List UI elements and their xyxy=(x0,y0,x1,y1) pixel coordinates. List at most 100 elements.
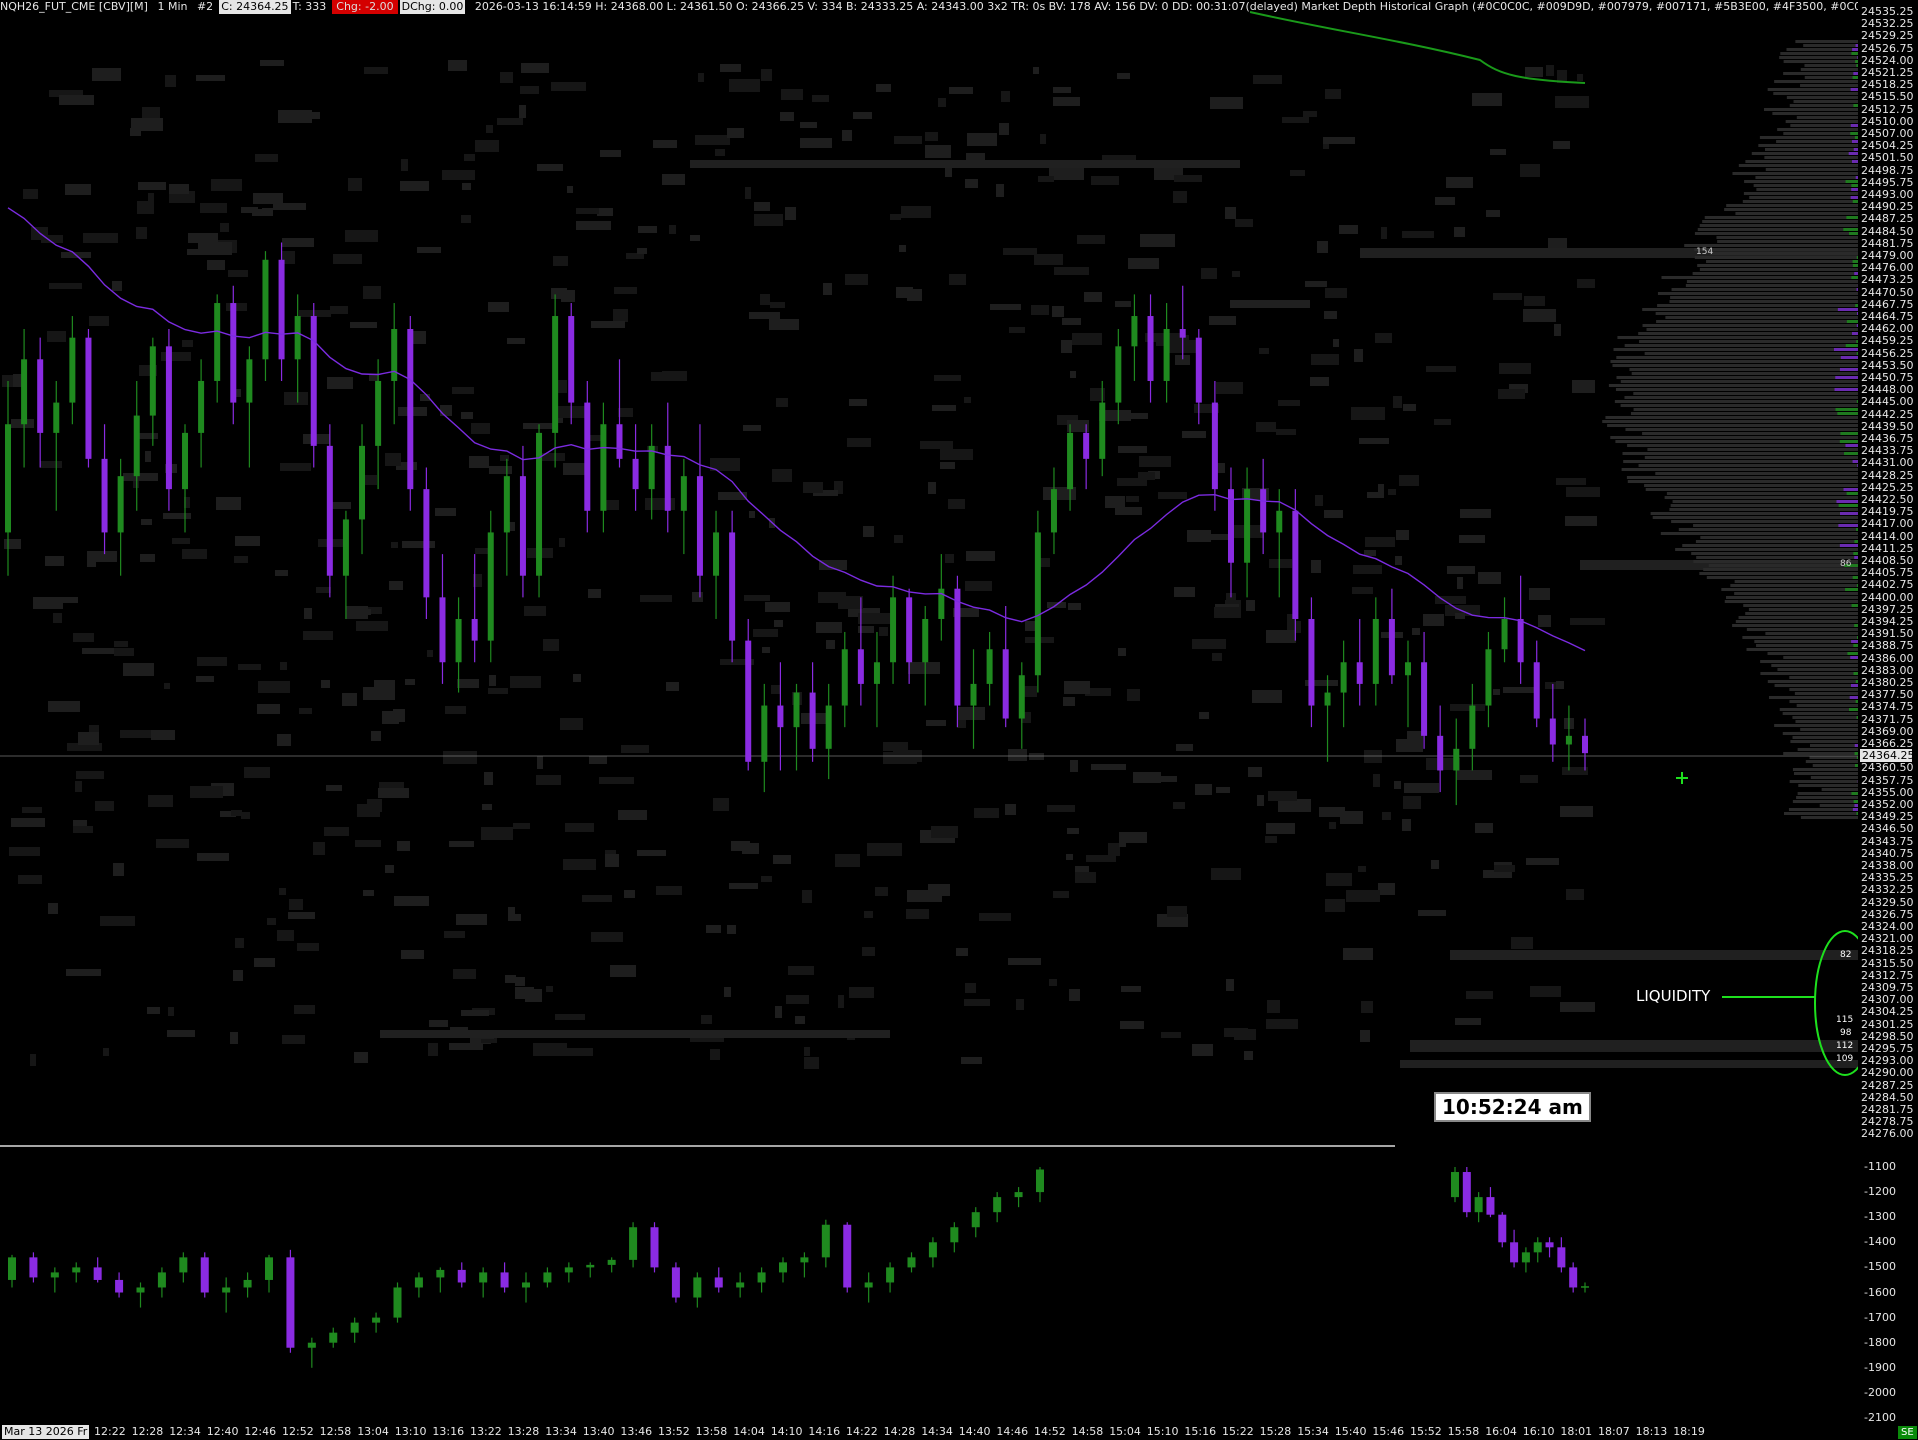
depth-cell xyxy=(760,294,770,305)
depth-cell xyxy=(624,890,635,898)
price-tick: 24383.00 xyxy=(1861,663,1914,677)
time-label: 12:28 xyxy=(131,1425,164,1438)
depth-cell xyxy=(1031,305,1049,315)
price-tick: 24369.00 xyxy=(1861,724,1914,738)
depth-cell xyxy=(847,438,871,447)
profile-bar xyxy=(1746,628,1858,631)
oscillator-axis[interactable]: -1100 -1200 -1300 -1400 -1500 -1600 -1700 -1800… xyxy=(1858,1146,1918,1424)
candle-body xyxy=(1276,510,1283,533)
profile-bar xyxy=(1809,756,1858,759)
osc-tick: -1600 xyxy=(1864,1285,1896,1299)
last-price-marker: 24364.25 xyxy=(1860,749,1915,762)
osc-body xyxy=(222,1287,231,1293)
time-label: 13:58 xyxy=(695,1425,728,1438)
candle-body xyxy=(1453,748,1460,771)
depth-cell xyxy=(1317,241,1328,253)
depth-cell xyxy=(613,309,628,322)
profile-bar xyxy=(1717,240,1858,243)
depth-cell xyxy=(1269,559,1292,568)
profile-bar xyxy=(1633,408,1858,411)
depth-cell xyxy=(1133,772,1161,783)
profile-number: 154 xyxy=(1696,247,1714,257)
profile-bar xyxy=(1792,768,1858,771)
depth-cell xyxy=(391,542,398,548)
osc-body xyxy=(993,1197,1002,1213)
depth-cell xyxy=(724,987,731,997)
liquidity-number: 112 xyxy=(1836,1041,1854,1051)
profile-bar xyxy=(1738,616,1858,619)
profile-bar xyxy=(1767,680,1858,683)
candle-body xyxy=(1356,662,1363,684)
profile-bar xyxy=(1631,372,1858,375)
chart-canvas[interactable] xyxy=(0,0,1918,1440)
se-indicator[interactable]: SE xyxy=(1898,1426,1917,1439)
profile-bar xyxy=(1779,56,1858,59)
price-tick: 24388.75 xyxy=(1861,639,1914,653)
profile-delta-bar xyxy=(1838,524,1858,527)
profile-bar xyxy=(1774,80,1858,83)
depth-cell xyxy=(299,310,331,317)
depth-cell xyxy=(123,663,154,676)
price-tick: 24340.75 xyxy=(1861,846,1914,860)
candle-body xyxy=(841,649,848,706)
depth-cell xyxy=(1381,227,1387,239)
price-tick: 24352.00 xyxy=(1861,798,1914,811)
depth-cell xyxy=(853,112,872,119)
time-label: 14:28 xyxy=(883,1425,916,1438)
depth-cell xyxy=(147,1007,160,1014)
depth-level xyxy=(620,1030,890,1038)
depth-cell xyxy=(1070,371,1076,378)
depth-cell xyxy=(1029,753,1044,760)
depth-cell xyxy=(938,98,946,107)
depth-cell xyxy=(618,408,633,417)
depth-cell xyxy=(1339,225,1358,234)
profile-bar xyxy=(1670,504,1858,507)
candle-body xyxy=(117,476,124,533)
depth-cell xyxy=(727,925,736,934)
profile-delta-bar xyxy=(1851,276,1858,279)
profile-bar xyxy=(1693,524,1858,527)
profile-bar xyxy=(1790,740,1858,743)
depth-cell xyxy=(1244,1051,1253,1060)
time-label: 13:28 xyxy=(507,1425,540,1438)
depth-cell xyxy=(11,818,45,827)
depth-cell xyxy=(238,664,261,670)
depth-cell xyxy=(484,772,493,785)
depth-cell xyxy=(1523,309,1556,322)
depth-cell xyxy=(781,89,803,100)
profile-bar xyxy=(1642,432,1858,435)
depth-cell xyxy=(640,595,672,602)
depth-cell xyxy=(591,321,625,328)
price-tick: 24448.00 xyxy=(1861,383,1914,397)
depth-cell xyxy=(964,999,990,1006)
depth-cell xyxy=(1115,301,1131,307)
depth-cell xyxy=(233,970,243,981)
depth-cell xyxy=(461,412,473,419)
price-tick: 24371.75 xyxy=(1861,712,1914,726)
price-tick: 24411.25 xyxy=(1861,541,1914,555)
depth-cell xyxy=(928,482,936,494)
date-label: Mar 13 2026 Fr xyxy=(2,1425,90,1439)
depth-cell xyxy=(142,107,160,118)
depth-cell xyxy=(533,1043,567,1056)
depth-cell xyxy=(775,1006,782,1018)
depth-cell xyxy=(330,306,348,314)
depth-cell xyxy=(1069,989,1080,1001)
depth-cell xyxy=(461,1010,489,1016)
candle-body xyxy=(536,432,543,576)
price-tick: 24507.00 xyxy=(1861,127,1914,140)
osc-body xyxy=(971,1212,980,1228)
depth-cell xyxy=(1038,176,1054,182)
depth-cell xyxy=(926,720,946,726)
price-axis[interactable]: 24535.25 24532.25 24529.25 24526.75 24524.00… xyxy=(1858,0,1918,1146)
price-tick: 24377.50 xyxy=(1861,688,1914,702)
candle-body xyxy=(198,380,205,433)
profile-number: 86 xyxy=(1840,559,1852,569)
depth-cell xyxy=(1520,164,1540,177)
osc-body xyxy=(350,1322,359,1333)
osc-body xyxy=(821,1224,830,1258)
time-axis[interactable]: Mar 13 2026 Fr 12:22 12:28 12:34 12:40 12:46… xyxy=(0,1424,1918,1440)
depth-cell xyxy=(453,969,476,979)
depth-cell xyxy=(1161,1032,1181,1038)
profile-bar xyxy=(1620,404,1858,407)
